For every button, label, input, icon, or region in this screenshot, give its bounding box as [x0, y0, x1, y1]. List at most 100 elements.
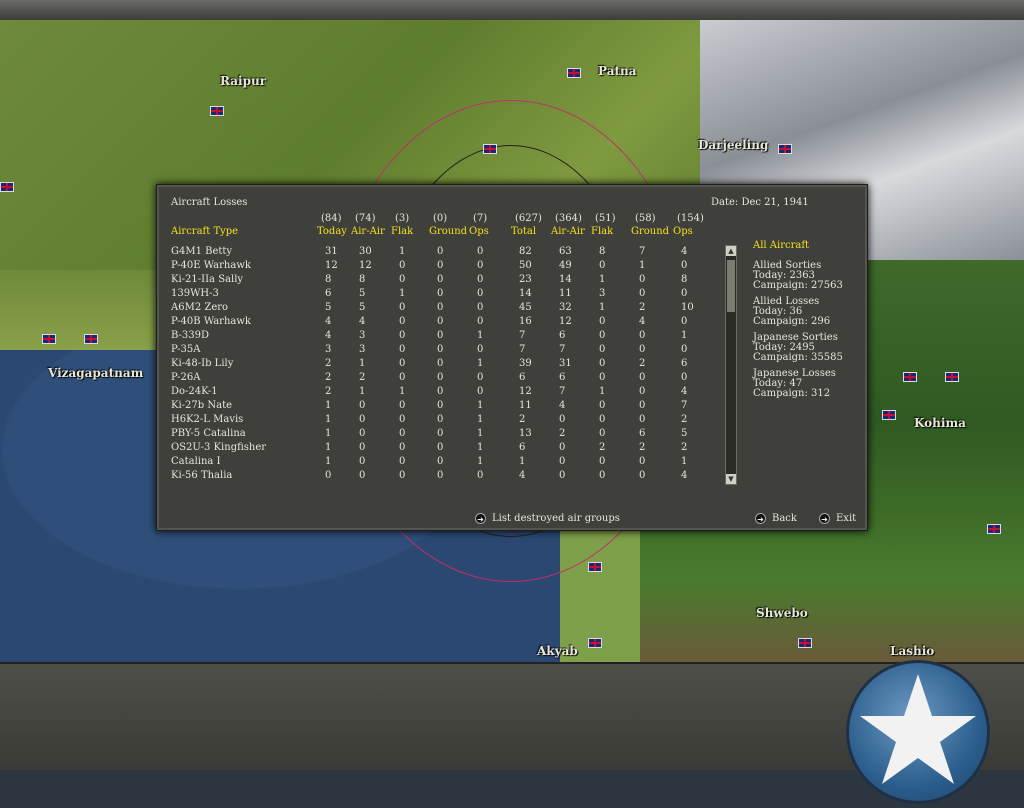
value-cell: 8	[681, 274, 688, 285]
value-cell: 0	[599, 414, 606, 425]
value-cell: 5	[681, 428, 688, 439]
arrow-right-icon: ➜	[475, 513, 486, 524]
table-row[interactable]: Catalina I 1 0 0 0 1 1 0 0 0 1	[157, 456, 717, 470]
value-cell: 0	[559, 442, 566, 453]
column-header-sort[interactable]: Flak	[391, 226, 413, 237]
value-cell: 0	[399, 274, 406, 285]
table-row[interactable]: OS2U-3 Kingfisher 1 0 0 0 1 6 0 2 2 2	[157, 442, 717, 456]
aircraft-type-cell: Do-24K-1	[171, 386, 218, 397]
value-cell: 1	[519, 456, 526, 467]
table-row[interactable]: P-40E Warhawk 12 12 0 0 0 50 49 0 1 0	[157, 260, 717, 274]
table-row[interactable]: Ki-27b Nate 1 0 0 0 1 11 4 0 0 7	[157, 400, 717, 414]
table-row[interactable]: PBY-5 Catalina 1 0 0 0 1 13 2 0 6 5	[157, 428, 717, 442]
scroll-thumb[interactable]	[727, 260, 735, 312]
value-cell: 4	[325, 316, 332, 327]
list-destroyed-air-groups-button[interactable]: ➜ List destroyed air groups	[475, 513, 620, 524]
city-raipur[interactable]: Raipur	[220, 74, 266, 88]
column-header-sort[interactable]: Ops	[469, 226, 489, 237]
allied-base-icon[interactable]	[945, 372, 959, 382]
allied-base-icon[interactable]	[567, 68, 581, 78]
all-aircraft-filter[interactable]: All Aircraft	[753, 241, 863, 251]
back-button[interactable]: ➜ Back	[755, 513, 797, 524]
column-header-sort[interactable]: Today	[317, 226, 347, 237]
value-cell: 0	[437, 358, 444, 369]
allied-base-icon[interactable]	[0, 182, 14, 192]
value-cell: 14	[559, 274, 572, 285]
city-patna[interactable]: Patna	[598, 64, 637, 78]
value-cell: 1	[599, 274, 606, 285]
value-cell: 4	[519, 470, 526, 481]
value-cell: 0	[559, 470, 566, 481]
value-cell: 0	[399, 302, 406, 313]
summary-campaign: Campaign: 27563	[753, 280, 843, 291]
column-header-sort[interactable]: Air-Air	[351, 226, 385, 237]
value-cell: 45	[519, 302, 532, 313]
table-row[interactable]: P-35A 3 3 0 0 0 7 7 0 0 0	[157, 344, 717, 358]
table-row[interactable]: 139WH-3 6 5 1 0 0 14 11 3 0 0	[157, 288, 717, 302]
column-header-sort[interactable]: Air-Air	[551, 226, 585, 237]
allied-star-emblem-icon	[846, 660, 990, 804]
value-cell: 0	[477, 274, 484, 285]
aircraft-type-cell: H6K2-L Mavis	[171, 414, 244, 425]
table-row[interactable]: P-26A 2 2 0 0 0 6 6 0 0 0	[157, 372, 717, 386]
value-cell: 0	[359, 470, 366, 481]
city-darjeeling[interactable]: Darjeeling	[698, 138, 768, 152]
allied-base-icon[interactable]	[588, 562, 602, 572]
value-cell: 1	[477, 428, 484, 439]
allied-base-icon[interactable]	[84, 334, 98, 344]
table-row[interactable]: B-339D 4 3 0 0 1 7 6 0 0 1	[157, 330, 717, 344]
scroll-up-arrow-icon[interactable]: ▲	[726, 246, 736, 256]
city-vizagapatnam[interactable]: Vizagapatnam	[48, 366, 143, 380]
value-cell: 0	[437, 456, 444, 467]
allied-base-icon[interactable]	[798, 638, 812, 648]
aircraft-type-cell: Ki-21-IIa Sally	[171, 274, 244, 285]
allied-base-icon[interactable]	[588, 638, 602, 648]
value-cell: 7	[559, 344, 566, 355]
table-scrollbar[interactable]: ▲ ▼	[725, 245, 737, 485]
table-row[interactable]: P-40B Warhawk 4 4 0 0 0 16 12 0 4 0	[157, 316, 717, 330]
allied-base-icon[interactable]	[42, 334, 56, 344]
table-row[interactable]: G4M1 Betty 31 30 1 0 0 82 63 8 7 4	[157, 246, 717, 260]
value-cell: 3	[359, 330, 366, 341]
value-cell: 39	[519, 358, 532, 369]
table-row[interactable]: Do-24K-1 2 1 1 0 0 12 7 1 0 4	[157, 386, 717, 400]
column-total: (7)	[473, 213, 488, 224]
exit-button[interactable]: ➜ Exit	[819, 513, 856, 524]
aircraft-type-header[interactable]: Aircraft Type	[171, 226, 238, 237]
city-kohima[interactable]: Kohima	[914, 416, 966, 430]
value-cell: 7	[519, 344, 526, 355]
allied-base-icon[interactable]	[882, 410, 896, 420]
scroll-down-arrow-icon[interactable]: ▼	[726, 474, 736, 484]
column-header-sort[interactable]: Ops	[673, 226, 693, 237]
aircraft-losses-dialog: Aircraft Losses Date: Dec 21, 1941 Aircr…	[156, 184, 868, 531]
city-shwebo[interactable]: Shwebo	[756, 606, 808, 620]
value-cell: 0	[437, 400, 444, 411]
value-cell: 0	[359, 428, 366, 439]
value-cell: 6	[519, 442, 526, 453]
value-cell: 2	[325, 386, 332, 397]
value-cell: 1	[325, 400, 332, 411]
city-akyab[interactable]: Akyab	[537, 644, 578, 658]
table-row[interactable]: A6M2 Zero 5 5 0 0 0 45 32 1 2 10	[157, 302, 717, 316]
allied-base-icon[interactable]	[210, 106, 224, 116]
allied-base-icon[interactable]	[778, 144, 792, 154]
allied-sorties-block: Allied Sorties Today: 2363 Campaign: 275…	[753, 261, 863, 291]
allied-base-icon[interactable]	[483, 144, 497, 154]
value-cell: 0	[477, 344, 484, 355]
column-total: (3)	[395, 213, 410, 224]
value-cell: 4	[359, 316, 366, 327]
table-row[interactable]: Ki-48-Ib Lily 2 1 0 0 1 39 31 0 2 6	[157, 358, 717, 372]
table-row[interactable]: Ki-56 Thalia 0 0 0 0 0 4 0 0 0 4	[157, 470, 717, 484]
allied-base-icon[interactable]	[903, 372, 917, 382]
column-header-sort[interactable]: Ground	[429, 226, 467, 237]
column-header-sort[interactable]: Ground	[631, 226, 669, 237]
value-cell: 0	[599, 400, 606, 411]
table-row[interactable]: Ki-21-IIa Sally 8 8 0 0 0 23 14 1 0 8	[157, 274, 717, 288]
value-cell: 0	[599, 470, 606, 481]
city-lashio[interactable]: Lashio	[890, 644, 934, 658]
allied-base-icon[interactable]	[987, 524, 1001, 534]
value-cell: 0	[599, 260, 606, 271]
column-header-sort[interactable]: Total	[511, 226, 536, 237]
table-row[interactable]: H6K2-L Mavis 1 0 0 0 1 2 0 0 0 2	[157, 414, 717, 428]
column-header-sort[interactable]: Flak	[591, 226, 613, 237]
